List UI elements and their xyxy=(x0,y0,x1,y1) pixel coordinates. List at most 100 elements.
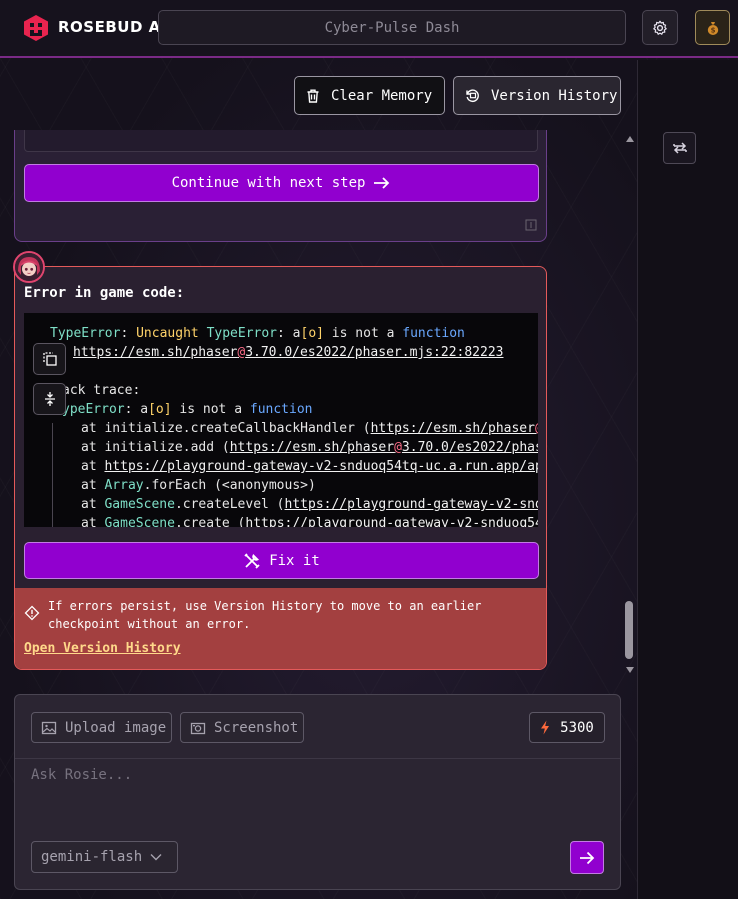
error-message-card: Error in game code: TypeError: Uncaught … xyxy=(14,266,547,670)
fix-it-button[interactable]: Fix it xyxy=(24,542,539,579)
code-line: at initialize.createCallbackHandler (htt… xyxy=(81,419,538,438)
code-token: is not a xyxy=(323,326,403,341)
arrow-right-icon xyxy=(374,177,390,189)
model-select[interactable]: gemini-flash xyxy=(31,841,178,873)
right-sidebar xyxy=(637,60,738,899)
code-token: https://esm.sh/phaser xyxy=(370,421,535,436)
trash-icon xyxy=(307,89,319,103)
message-composer: Upload image Screenshot 5300 gemini-flas… xyxy=(14,694,621,890)
code-token: : xyxy=(120,326,137,341)
warning-icon xyxy=(24,605,40,621)
code-token: at initialize.createCallbackHandler ( xyxy=(81,421,371,436)
credits-wallet-button[interactable]: $ xyxy=(695,10,730,45)
copy-code-button[interactable] xyxy=(33,343,66,375)
code-line: at initialize.add (https://esm.sh/phaser… xyxy=(81,438,538,457)
code-token: [o] xyxy=(148,402,172,417)
model-select-value: gemini-flash xyxy=(41,849,143,865)
previous-message-card: Continue with next step xyxy=(14,130,547,242)
error-title: Error in game code: xyxy=(24,285,185,301)
rosie-avatar xyxy=(13,251,45,283)
code-token: GameScene xyxy=(104,516,175,527)
code-line: https://esm.sh/phaser@3.70.0/es2022/phas… xyxy=(73,343,503,362)
screenshot-label: Screenshot xyxy=(214,719,299,736)
image-icon xyxy=(41,721,57,734)
history-icon xyxy=(466,89,479,103)
toggle-panel-button[interactable] xyxy=(663,132,696,164)
code-line: at GameScene.create (https://playground-… xyxy=(81,514,538,527)
code-token: is not a xyxy=(171,402,250,417)
continue-next-step-button[interactable]: Continue with next step xyxy=(24,164,539,202)
code-token: TypeError xyxy=(50,326,121,341)
camera-icon xyxy=(190,722,206,734)
code-line: at https://playground-gateway-v2-snduoq5… xyxy=(81,457,538,476)
code-token: function xyxy=(402,326,465,341)
screenshot-button[interactable]: Screenshot xyxy=(180,712,304,743)
code-token: Array xyxy=(104,478,144,493)
code-token: .create ( xyxy=(174,516,246,527)
expand-vertical-icon xyxy=(44,392,55,406)
copy-icon xyxy=(42,352,57,366)
chat-scrollbar-thumb[interactable] xyxy=(625,601,633,659)
code-token: .forEach (<anonymous>) xyxy=(143,478,316,493)
version-history-button[interactable]: Version History xyxy=(453,76,621,115)
code-token: [o] xyxy=(300,326,324,341)
code-token: GameScene xyxy=(104,497,175,512)
credits-counter: 5300 xyxy=(529,712,605,743)
collapse-icon[interactable] xyxy=(525,219,537,231)
chevron-down-icon xyxy=(150,854,162,861)
composer-toolbar: Upload image Screenshot 5300 xyxy=(15,695,620,759)
chat-scroll-area[interactable]: Continue with next step Error in game co… xyxy=(0,130,620,676)
open-version-history-link[interactable]: Open Version History xyxy=(24,641,181,656)
code-token: at xyxy=(81,478,105,493)
settings-button[interactable] xyxy=(642,10,678,45)
previous-message-content xyxy=(24,130,538,152)
code-token: https://esm.sh/phaser xyxy=(229,440,395,455)
upload-image-button[interactable]: Upload image xyxy=(31,712,172,743)
code-link[interactable]: https://esm.sh/phaser@3.70.0/es2022/phas… xyxy=(73,345,503,360)
svg-text:$: $ xyxy=(710,26,715,34)
code-token: ack trace: xyxy=(62,383,141,398)
clear-memory-label: Clear Memory xyxy=(331,87,433,104)
tools-icon xyxy=(244,552,260,569)
code-token: at initialize.add ( xyxy=(81,440,230,455)
code-token: .createLevel ( xyxy=(174,497,285,512)
code-token: function xyxy=(249,402,313,417)
code-token: Uncaught xyxy=(136,326,199,341)
code-token: @ xyxy=(394,440,402,455)
error-help-text: If errors persist, use Version History t… xyxy=(48,599,482,631)
brand-name: ROSEBUD AI xyxy=(58,18,167,36)
prompt-input[interactable] xyxy=(31,767,591,827)
code-token: : a xyxy=(277,326,301,341)
scroll-up-arrow-icon[interactable] xyxy=(625,135,635,143)
gear-icon xyxy=(653,20,667,35)
send-button[interactable] xyxy=(570,841,604,874)
project-title-field[interactable]: Cyber-Pulse Dash xyxy=(158,10,626,45)
clear-memory-button[interactable]: Clear Memory xyxy=(294,76,445,115)
code-token: at xyxy=(81,459,105,474)
top-bar: ROSEBUD AI Cyber-Pulse Dash $ xyxy=(0,0,738,58)
code-line: at Array.forEach (<anonymous>) xyxy=(81,476,316,495)
money-bag-icon: $ xyxy=(707,21,718,35)
scroll-down-arrow-icon[interactable] xyxy=(625,666,635,674)
code-token: ypeError xyxy=(62,402,125,417)
code-token: @3 xyxy=(535,421,538,436)
code-line: ack trace: xyxy=(62,381,140,400)
expand-code-button[interactable] xyxy=(33,383,66,415)
error-help-footer: If errors persist, use Version History t… xyxy=(15,588,546,669)
code-link[interactable]: https://esm.sh/phaser@3.70.0/es2022/phas… xyxy=(230,440,538,455)
version-history-label: Version History xyxy=(491,87,618,104)
code-line: TypeError: Uncaught TypeError: a[o] is n… xyxy=(50,324,465,343)
upload-image-label: Upload image xyxy=(65,719,167,736)
error-code-block[interactable]: TypeError: Uncaught TypeError: a[o] is n… xyxy=(24,313,538,527)
code-link[interactable]: https://playground-gateway-v2-snduoq54t xyxy=(245,516,538,527)
code-token: at xyxy=(81,516,105,527)
code-link[interactable]: https://esm.sh/phaser@3 xyxy=(371,421,538,436)
code-link[interactable]: https://playground-gateway-v2-snduoq54tq… xyxy=(104,459,538,474)
stack-trace-guide-line xyxy=(52,423,53,527)
code-link[interactable]: https://playground-gateway-v2-sndu xyxy=(285,497,538,512)
rosie-avatar-image xyxy=(15,253,43,281)
swap-arrows-icon xyxy=(672,142,687,154)
code-token: at xyxy=(81,497,105,512)
rosebud-logo-icon xyxy=(24,15,48,41)
